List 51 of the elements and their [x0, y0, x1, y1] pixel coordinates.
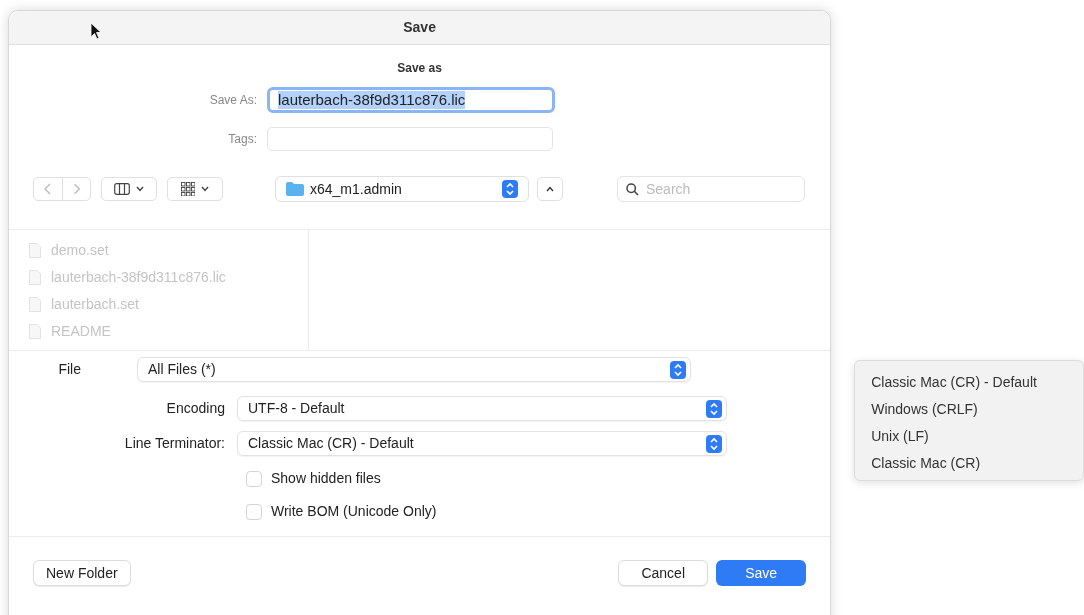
new-folder-button[interactable]: New Folder [33, 560, 131, 586]
field-label: Save As: [208, 92, 258, 109]
checkbox-label: Write BOM (Unicode Only) [271, 502, 437, 521]
option-label: Line Terminator: [123, 434, 226, 453]
stepper-icon [706, 399, 722, 418]
option-label: File [57, 360, 82, 379]
view-mode-button[interactable] [101, 177, 157, 201]
chevron-down-icon [136, 186, 144, 192]
cancel-button[interactable]: Cancel [618, 560, 709, 586]
file-name: lauterbach.set [51, 295, 139, 314]
file-name: lauterbach-38f9d311c876.lic [51, 268, 226, 287]
menu-item[interactable]: Unix (LF) [871, 423, 1083, 450]
stepper-icon [670, 360, 686, 379]
menu-item[interactable]: Classic Mac (CR) [871, 450, 1083, 477]
filename-field[interactable]: lauterbach-38f9d311c876.lic [267, 87, 555, 113]
file-name: README [51, 322, 111, 341]
grid-icon [181, 182, 195, 196]
chevron-up-icon [546, 186, 554, 192]
option-label: Encoding [165, 399, 226, 418]
search-field[interactable]: Search [617, 176, 805, 202]
dialog-heading: Save as [397, 60, 442, 77]
save-button[interactable]: Save [716, 560, 807, 586]
cursor-icon [90, 22, 102, 40]
menu-item[interactable]: Classic Mac (CR) - Default [871, 369, 1083, 396]
selected-filename: lauterbach-38f9d311c876.lic [278, 91, 466, 109]
document-icon [29, 297, 41, 312]
checkbox-label: Show hidden files [271, 469, 381, 488]
file-name: demo.set [51, 241, 109, 260]
document-icon [29, 324, 41, 339]
location-name: x64_m1.admin [310, 179, 403, 199]
folder-icon [286, 182, 304, 196]
menu-item[interactable]: Windows (CRLF) [871, 396, 1083, 423]
document-icon [29, 270, 41, 285]
columns-icon [114, 183, 130, 195]
tags-field[interactable] [267, 127, 553, 151]
back-forward-control[interactable] [33, 177, 91, 201]
window-title: Save [403, 18, 436, 37]
popup-button[interactable]: Classic Mac (CR) - Default [237, 431, 727, 456]
group-button[interactable] [167, 177, 223, 201]
stepper-icon [502, 180, 518, 198]
popup-button[interactable]: UTF-8 - Default [237, 396, 727, 421]
popup-button[interactable]: All Files (*) [137, 357, 691, 382]
search-icon [626, 183, 639, 196]
chevron-down-icon [201, 186, 209, 192]
document-icon [29, 243, 41, 258]
field-label: Tags: [227, 131, 258, 148]
location-popup[interactable]: x64_m1.admin [275, 176, 529, 202]
checkbox[interactable] [246, 470, 262, 487]
checkbox[interactable] [246, 503, 262, 520]
stepper-icon [706, 434, 722, 453]
parent-folder-button[interactable] [537, 177, 563, 201]
